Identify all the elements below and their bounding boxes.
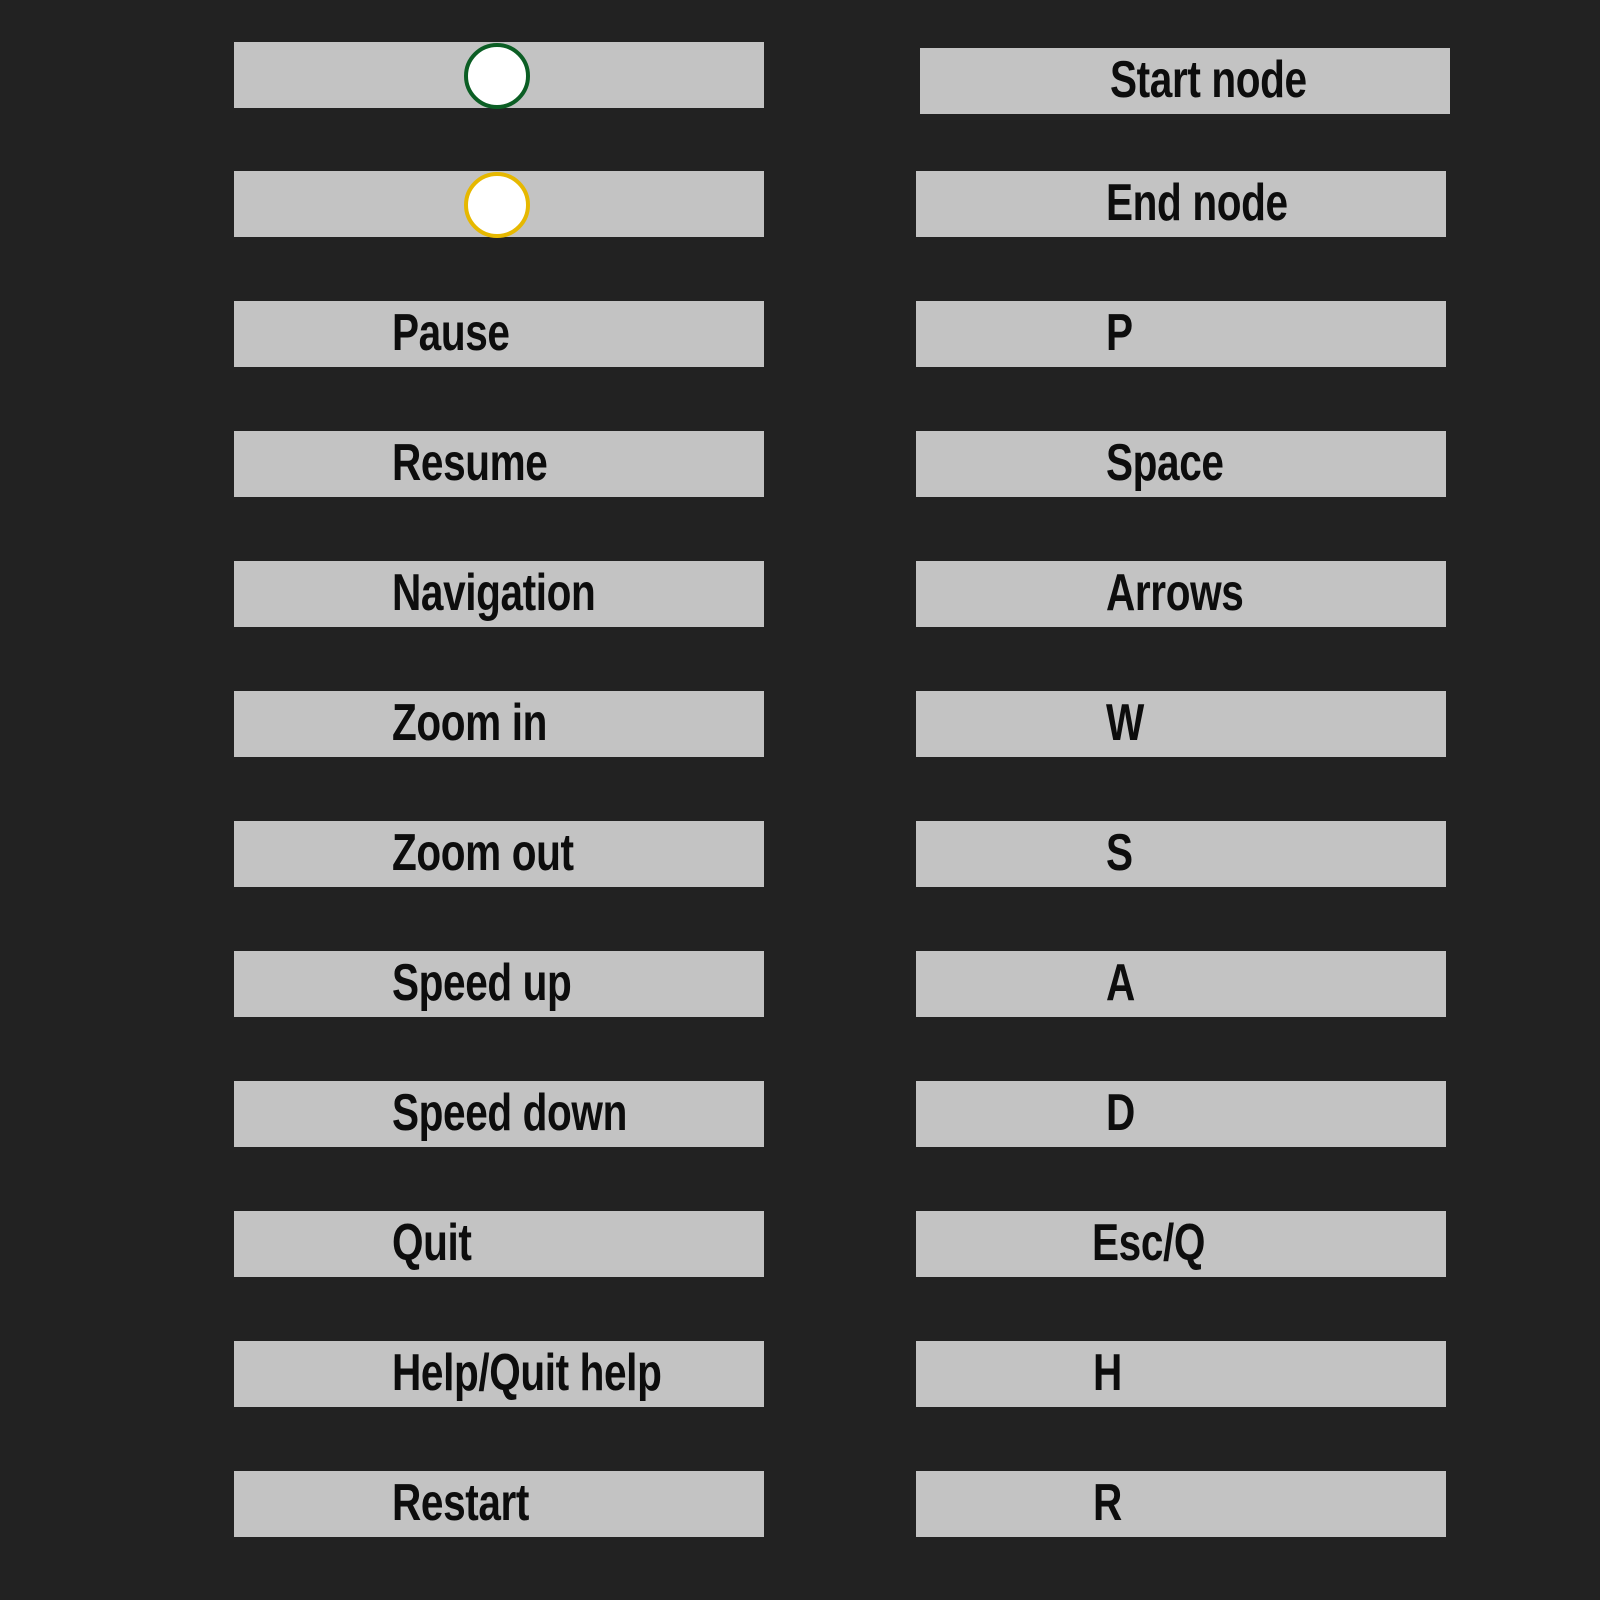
key-label: P bbox=[1106, 303, 1133, 362]
action-cell-navigation: Navigation bbox=[234, 561, 764, 627]
action-cell-restart: Restart bbox=[234, 1471, 764, 1537]
action-label: Resume bbox=[392, 433, 548, 492]
key-cell-help: H bbox=[916, 1341, 1446, 1407]
key-cell-start-node: Start node bbox=[920, 48, 1450, 114]
key-label: W bbox=[1106, 693, 1144, 752]
action-cell-quit: Quit bbox=[234, 1211, 764, 1277]
key-cell-speed-up: A bbox=[916, 951, 1446, 1017]
key-cell-restart: R bbox=[916, 1471, 1446, 1537]
action-label: Speed down bbox=[392, 1083, 627, 1142]
action-cell-pause: Pause bbox=[234, 301, 764, 367]
action-cell-zoom-in: Zoom in bbox=[234, 691, 764, 757]
action-label: Zoom out bbox=[392, 823, 574, 882]
action-cell-speed-down: Speed down bbox=[234, 1081, 764, 1147]
action-cell-end-node bbox=[234, 171, 764, 238]
key-cell-resume: Space bbox=[916, 431, 1446, 497]
end-node-circle-icon bbox=[464, 172, 530, 238]
key-label: Space bbox=[1106, 433, 1224, 492]
key-cell-zoom-in: W bbox=[916, 691, 1446, 757]
key-cell-speed-down: D bbox=[916, 1081, 1446, 1147]
key-label: R bbox=[1093, 1473, 1122, 1532]
action-cell-resume: Resume bbox=[234, 431, 764, 497]
key-label: A bbox=[1106, 953, 1135, 1012]
action-label: Help/Quit help bbox=[392, 1343, 662, 1402]
start-node-circle-icon bbox=[464, 43, 530, 109]
key-cell-end-node: End node bbox=[916, 171, 1446, 237]
action-cell-help: Help/Quit help bbox=[234, 1341, 764, 1407]
key-label: End node bbox=[1106, 173, 1288, 232]
key-cell-quit: Esc/Q bbox=[916, 1211, 1446, 1277]
key-label: H bbox=[1093, 1343, 1122, 1402]
key-label: S bbox=[1106, 823, 1133, 882]
action-cell-start-node bbox=[234, 42, 764, 109]
action-label: Zoom in bbox=[392, 693, 547, 752]
action-label: Speed up bbox=[392, 953, 572, 1012]
key-label: Esc/Q bbox=[1092, 1213, 1206, 1272]
help-controls-panel: Start node End node Pause P Resume Space… bbox=[0, 0, 1600, 1600]
action-label: Pause bbox=[392, 303, 510, 362]
key-label: Start node bbox=[1110, 50, 1307, 109]
key-cell-zoom-out: S bbox=[916, 821, 1446, 887]
action-label: Quit bbox=[392, 1213, 472, 1272]
key-label: D bbox=[1106, 1083, 1135, 1142]
action-cell-zoom-out: Zoom out bbox=[234, 821, 764, 887]
action-cell-speed-up: Speed up bbox=[234, 951, 764, 1017]
key-label: Arrows bbox=[1106, 563, 1244, 622]
key-cell-navigation: Arrows bbox=[916, 561, 1446, 627]
action-label: Navigation bbox=[392, 563, 596, 622]
action-label: Restart bbox=[392, 1473, 530, 1532]
key-cell-pause: P bbox=[916, 301, 1446, 367]
